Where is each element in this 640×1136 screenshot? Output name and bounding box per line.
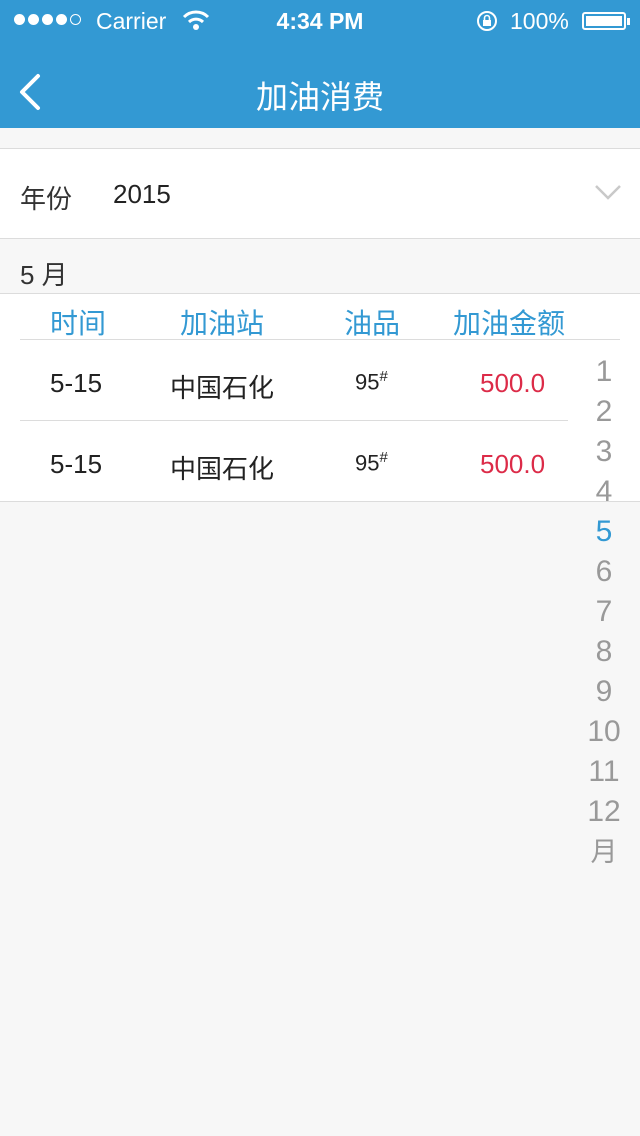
header-time: 时间 (50, 308, 107, 339)
header-station: 加油站 (180, 308, 265, 339)
month-index-item[interactable]: 4 (578, 472, 630, 512)
header-divider (20, 339, 620, 340)
row-oil: 95# (355, 449, 388, 476)
year-value: 2015 (113, 179, 171, 209)
year-label: 年份 (20, 184, 73, 214)
month-index-item[interactable]: 12 (578, 792, 630, 832)
row-station: 中国石化 (170, 454, 275, 484)
year-selector[interactable]: 年份 2015 (0, 148, 640, 239)
chevron-down-icon[interactable] (594, 183, 622, 201)
month-index-item[interactable]: 9 (578, 672, 630, 712)
row-divider (20, 420, 568, 421)
month-index-suffix: 月 (590, 837, 618, 867)
row-amount: 500.0 (480, 368, 546, 398)
header-oil: 油品 (344, 308, 401, 339)
row-time: 5-15 (50, 449, 103, 479)
row-time: 5-15 (50, 368, 103, 398)
row-amount: 500.0 (480, 449, 546, 479)
month-index-item-active[interactable]: 5 (578, 512, 630, 552)
page-title: 加油消费 (255, 79, 384, 115)
top-bar: Carrier 4:34 PM 100% 加油消费 (0, 0, 640, 128)
month-index-item[interactable]: 11 (578, 752, 630, 792)
battery-icon (582, 12, 630, 30)
month-index: 1 2 3 4 5 6 7 8 9 10 11 12 月 (578, 352, 630, 872)
refuel-table: 时间 加油站 油品 加油金额 5-15 中国石化 95# 500.0 5-15 … (0, 293, 640, 502)
row-station: 中国石化 (170, 373, 275, 403)
header-amount: 加油金额 (453, 308, 566, 339)
month-index-item[interactable]: 6 (578, 552, 630, 592)
status-bar: Carrier 4:34 PM 100% (0, 0, 640, 40)
row-oil: 95# (355, 368, 388, 395)
month-index-item[interactable]: 7 (578, 592, 630, 632)
month-index-item[interactable]: 10 (578, 712, 630, 752)
rotation-lock-icon (477, 11, 497, 31)
month-section-label: 5 月 (20, 260, 68, 290)
battery-percentage: 100% (510, 8, 569, 34)
month-index-item[interactable]: 1 (578, 352, 630, 392)
month-index-item[interactable]: 8 (578, 632, 630, 672)
month-index-item[interactable]: 3 (578, 432, 630, 472)
month-index-item[interactable]: 2 (578, 392, 630, 432)
